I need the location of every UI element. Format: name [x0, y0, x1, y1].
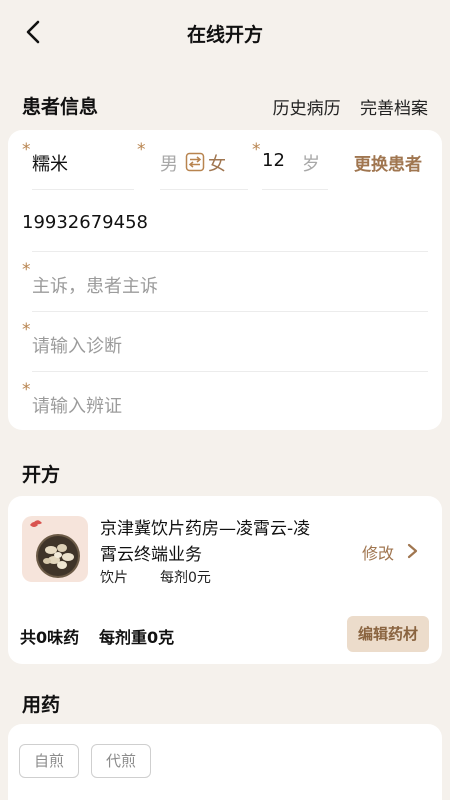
pharmacy-name-line1: 京津冀饮片药房—凌霄云-凌 [100, 519, 311, 539]
chevron-right-icon [407, 543, 418, 559]
prescription-price: 每剂0元 [160, 570, 211, 586]
required-mark: * [137, 140, 146, 160]
modify-label: 修改 [362, 544, 395, 563]
usage-card: 自煎 代煎 [8, 724, 442, 800]
gender-male-option[interactable]: 男 [160, 150, 178, 176]
prescription-type: 饮片 [100, 570, 128, 586]
divider [32, 189, 134, 190]
patient-info-title: 患者信息 [22, 96, 99, 118]
history-records-link[interactable]: 历史病历 [273, 99, 341, 119]
age-field[interactable]: 12 [262, 150, 285, 171]
change-patient-button[interactable]: 更换患者 [354, 150, 422, 175]
page-title: 在线开方 [186, 24, 263, 46]
complaint-row: * 主诉，患者主诉 [22, 252, 428, 312]
divider [160, 189, 248, 190]
edit-herbs-button[interactable]: 编辑药材 [347, 616, 429, 652]
pharmacy-name: 京津冀饮片药房—凌霄云-凌 霄云终端业务 [100, 516, 340, 568]
syndrome-input[interactable]: 请输入辨证 [32, 392, 122, 418]
required-mark: * [22, 380, 31, 400]
required-mark: * [252, 140, 261, 160]
self-decoct-option[interactable]: 自煎 [19, 744, 79, 778]
diagnosis-row: * 请输入诊断 [22, 312, 428, 372]
modify-pharmacy-button[interactable]: 修改 [362, 540, 418, 563]
proxy-decoct-option[interactable]: 代煎 [91, 744, 151, 778]
patient-info-card: * 糯米 * 男 女 * 12 岁 更换患者 19932679458 * 主诉，… [8, 130, 442, 430]
usage-title: 用药 [22, 694, 61, 716]
herb-count-summary: 共0味药 [20, 628, 80, 647]
required-mark: * [22, 260, 31, 280]
syndrome-row: * 请输入辨证 [22, 372, 428, 430]
gender-female-option[interactable]: 女 [208, 150, 226, 176]
phone-field[interactable]: 19932679458 [22, 212, 148, 233]
prescription-title: 开方 [22, 464, 61, 486]
required-mark: * [22, 320, 31, 340]
pharmacy-image [22, 516, 88, 582]
switch-gender-icon[interactable] [185, 152, 205, 172]
phone-row: 19932679458 [22, 192, 428, 252]
complete-profile-link[interactable]: 完善档案 [360, 99, 428, 119]
divider [262, 189, 328, 190]
complaint-input[interactable]: 主诉，患者主诉 [32, 272, 158, 298]
required-mark: * [22, 140, 31, 160]
diagnosis-input[interactable]: 请输入诊断 [32, 332, 122, 358]
patient-name-field[interactable]: 糯米 [32, 150, 68, 176]
pharmacy-name-line2: 霄云终端业务 [100, 545, 202, 565]
age-unit-label: 岁 [302, 154, 320, 175]
patient-header-links: 历史病历 完善档案 [259, 94, 428, 119]
prescription-card: 京津冀饮片药房—凌霄云-凌 霄云终端业务 饮片 每剂0元 修改 共0味药 每剂重… [8, 496, 442, 664]
top-nav-bar: 在线开方 [0, 0, 450, 64]
dose-weight-summary: 每剂重0克 [99, 628, 175, 647]
herb-slices-icon [30, 520, 80, 578]
patient-basic-row: * 糯米 * 男 女 * 12 岁 更换患者 [22, 130, 442, 192]
